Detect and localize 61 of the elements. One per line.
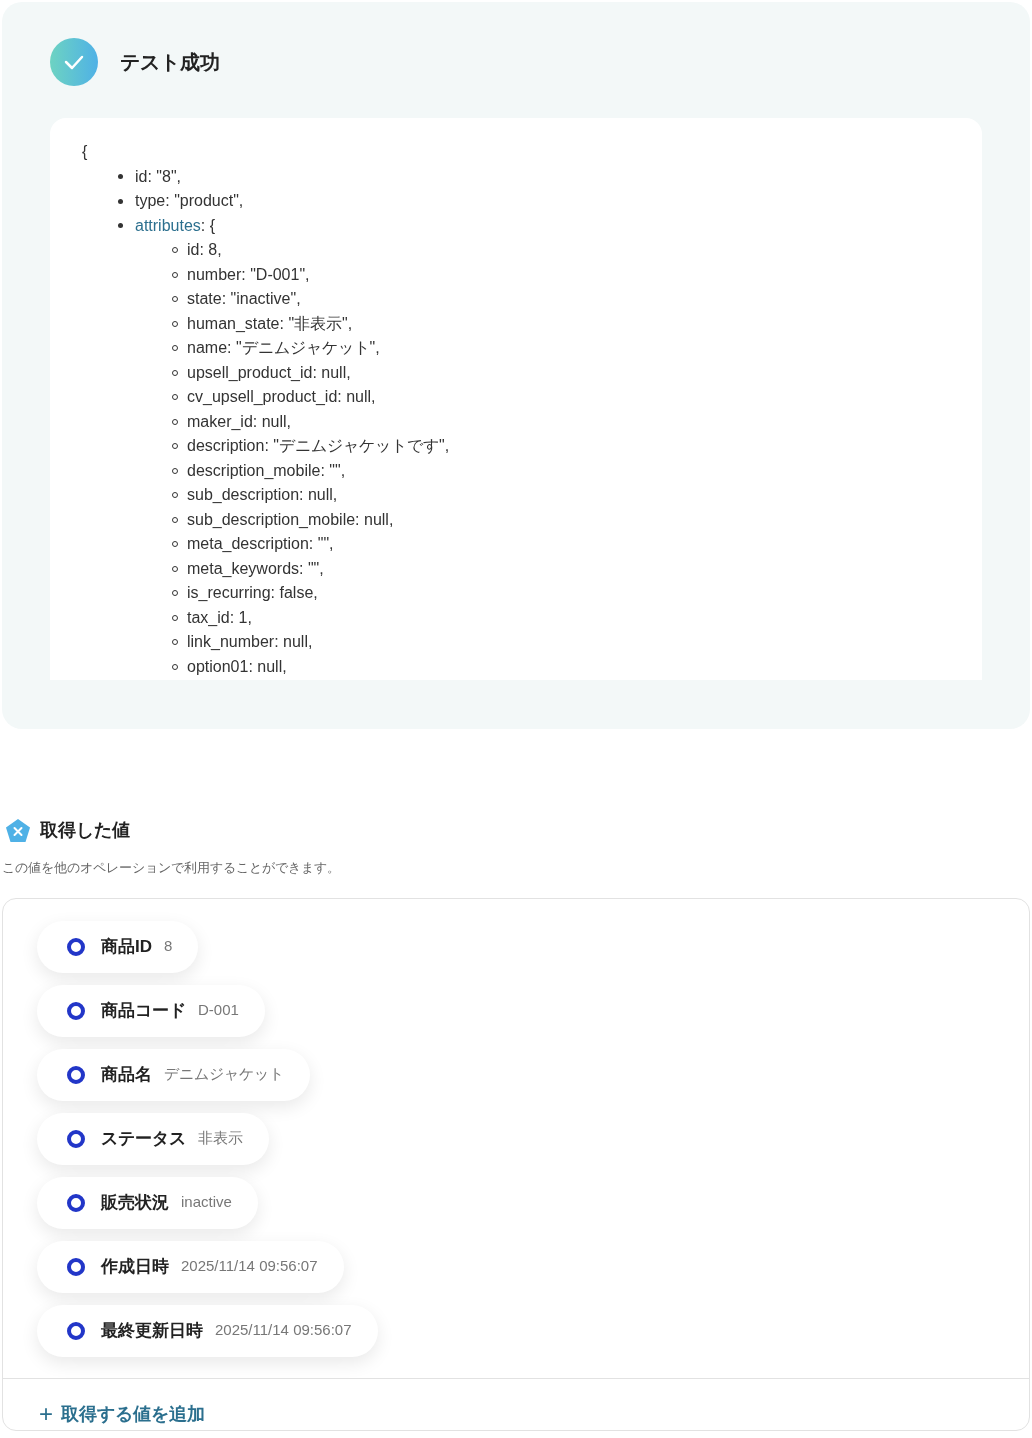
ring-icon <box>67 1129 85 1148</box>
add-value-button[interactable]: + 取得する値を追加 <box>39 1400 205 1428</box>
json-line: is_recurring: false, <box>187 583 318 603</box>
ring-icon <box>67 937 85 956</box>
value-label: 販売状況 <box>101 1191 169 1214</box>
value-label: ステータス <box>101 1127 186 1150</box>
value-label: 商品ID <box>101 935 152 958</box>
json-line: type: "product", <box>135 191 244 211</box>
json-line: link_number: null, <box>187 632 313 652</box>
value-text: D-001 <box>198 1000 239 1021</box>
ring-icon <box>67 1065 85 1084</box>
json-line: sub_description: null, <box>187 485 338 505</box>
ring-icon <box>67 1321 85 1340</box>
section-description: この値を他のオペレーションで利用することができます。 <box>2 859 340 877</box>
json-line: meta_description: "", <box>187 534 334 554</box>
bullet-icon <box>118 198 123 204</box>
value-text: 2025/11/14 09:56:07 <box>215 1320 352 1341</box>
value-text: デニムジャケット <box>164 1064 284 1085</box>
json-line: description_mobile: "", <box>187 460 346 481</box>
plus-icon: + <box>39 1402 53 1426</box>
brace-text: { <box>82 142 88 162</box>
value-text: 2025/11/14 09:56:07 <box>181 1256 318 1277</box>
bullet-icon <box>118 223 123 229</box>
value-chip[interactable]: 商品コード D-001 <box>37 984 265 1037</box>
value-label: 最終更新日時 <box>101 1319 203 1342</box>
json-line: human_state: "非表示", <box>187 313 353 334</box>
json-line: id: 8, <box>187 240 222 260</box>
json-line: number: "D-001", <box>187 264 310 285</box>
json-line: option01: null, <box>187 656 287 677</box>
json-line: state: "inactive", <box>187 289 301 309</box>
value-chip[interactable]: 商品名 デニムジャケット <box>37 1048 310 1101</box>
check-icon <box>50 38 98 86</box>
variable-icon <box>5 818 31 843</box>
json-line: maker_id: null, <box>187 411 292 432</box>
result-title: テスト成功 <box>120 50 220 75</box>
value-chip[interactable]: 作成日時 2025/11/14 09:56:07 <box>37 1240 344 1293</box>
value-text: 非表示 <box>198 1128 243 1149</box>
value-text: 8 <box>164 936 173 957</box>
value-label: 作成日時 <box>101 1255 169 1278</box>
json-line: : { <box>200 215 216 236</box>
json-line: upsell_product_id: null, <box>187 362 351 383</box>
json-line: meta_keywords: "", <box>187 558 324 579</box>
json-line: cv_upsell_product_id: null, <box>187 387 376 407</box>
json-line: id: "8", <box>135 166 182 187</box>
bullet-icon <box>118 174 123 180</box>
value-label: 商品コード <box>101 999 186 1022</box>
value-chip[interactable]: ステータス 非表示 <box>37 1112 269 1165</box>
section-title: 取得した値 <box>40 819 130 842</box>
ring-icon <box>67 1193 85 1212</box>
object-key-link[interactable]: attributes <box>135 213 201 238</box>
json-line: sub_description_mobile: null, <box>187 509 394 530</box>
json-line: name: "デニムジャケット", <box>187 338 380 358</box>
ring-icon <box>67 1257 85 1276</box>
json-line: description: "デニムジャケットです", <box>187 436 450 456</box>
value-chip[interactable]: 商品ID 8 <box>37 920 199 973</box>
json-line: tax_id: 1, <box>187 607 252 628</box>
ring-icon <box>67 1001 85 1020</box>
value-text: inactive <box>181 1192 232 1213</box>
value-chip[interactable]: 最終更新日時 2025/11/14 09:56:07 <box>37 1304 378 1357</box>
value-label: 商品名 <box>101 1063 152 1086</box>
value-chip[interactable]: 販売状況 inactive <box>37 1176 258 1229</box>
